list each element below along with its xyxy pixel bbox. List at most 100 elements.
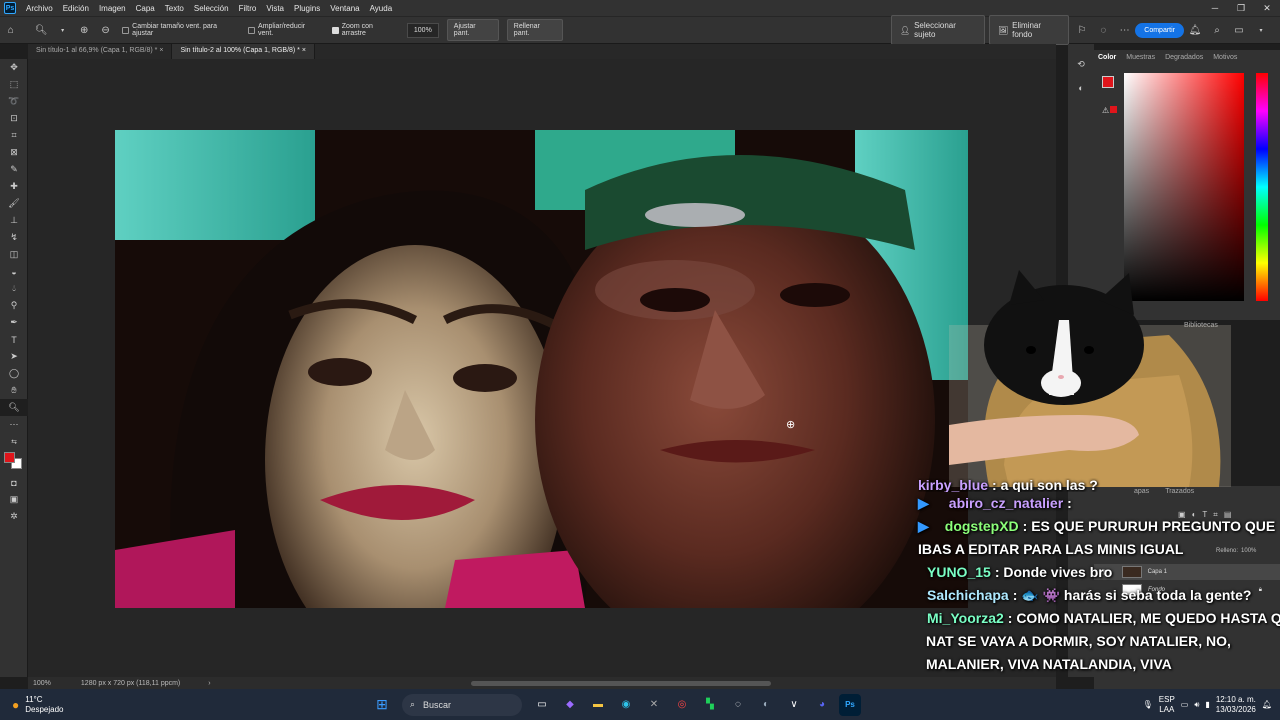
gamut-swatch[interactable]	[1110, 106, 1117, 113]
file-explorer-icon[interactable]: ▬	[587, 694, 609, 716]
excel-icon[interactable]: ✕	[643, 694, 665, 716]
tab-swatches[interactable]: Muestras	[1126, 54, 1155, 61]
quick-mask-icon[interactable]: ◘	[0, 474, 28, 491]
clock[interactable]: 12:10 a. m. 13/03/2026	[1216, 695, 1256, 715]
steam-icon[interactable]: ◐	[755, 694, 777, 716]
language-indicator[interactable]: ESP LAA	[1159, 695, 1175, 715]
menu-capa[interactable]: Capa	[131, 4, 160, 13]
copilot-icon[interactable]: ◆	[559, 694, 581, 716]
menu-filtro[interactable]: Filtro	[234, 4, 262, 13]
adjustments-icon[interactable]: ◐	[1068, 79, 1094, 96]
edge-icon[interactable]: ◉	[615, 694, 637, 716]
stamp-tool-icon[interactable]: ⊥	[0, 212, 28, 229]
menu-edicion[interactable]: Edición	[58, 4, 94, 13]
zoom-tool-icon[interactable]: 🔍︎	[33, 22, 48, 38]
tab-color[interactable]: Color	[1098, 54, 1116, 61]
minimize-icon[interactable]: ─	[1202, 3, 1228, 14]
blur-tool-icon[interactable]: 💧︎	[0, 280, 28, 297]
color-swatches[interactable]	[0, 450, 27, 474]
battery-icon[interactable]: ▮	[1205, 700, 1209, 709]
notification-bell-icon[interactable]: 🔔︎	[1262, 700, 1272, 709]
share-button[interactable]: Compartir	[1135, 22, 1185, 38]
path-select-tool-icon[interactable]: ➤	[0, 348, 28, 365]
resize-windows-checkbox[interactable]: Cambiar tamaño vent. para ajustar	[122, 23, 236, 37]
move-tool-icon[interactable]: ✥	[0, 59, 28, 76]
selection-ring-icon[interactable]: ◌	[1096, 22, 1111, 38]
menu-vista[interactable]: Vista	[261, 4, 289, 13]
chrome-icon[interactable]: ◎	[671, 694, 693, 716]
app-v-icon[interactable]: ∨	[783, 694, 805, 716]
fill-screen-button[interactable]: Rellenar pant.	[506, 19, 563, 41]
close-icon[interactable]: ×	[302, 47, 306, 54]
brush-tool-icon[interactable]: 🖌︎	[0, 195, 28, 212]
history-icon[interactable]: ⟲	[1068, 56, 1094, 73]
monitor-icon[interactable]: ▭	[1181, 700, 1189, 709]
lasso-tool-icon[interactable]: ➰	[0, 93, 28, 110]
zoom-in-icon[interactable]: ⊕	[76, 22, 91, 38]
menu-imagen[interactable]: Imagen	[94, 4, 131, 13]
status-zoom[interactable]: 100%	[33, 680, 51, 687]
menu-texto[interactable]: Texto	[160, 4, 189, 13]
taskbar-search[interactable]: ⌕ Buscar	[402, 693, 522, 716]
fit-screen-button[interactable]: Ajustar pant.	[446, 19, 499, 41]
pen-tool-icon[interactable]: ✒	[0, 314, 28, 331]
microphone-icon[interactable]: 🎙︎	[1143, 700, 1153, 709]
discord-icon[interactable]: ◕	[811, 694, 833, 716]
more-tools-icon[interactable]: ⋯	[0, 416, 28, 433]
close-icon[interactable]: ✕	[1254, 3, 1280, 14]
menu-ayuda[interactable]: Ayuda	[365, 4, 398, 13]
horizontal-scrollbar[interactable]	[470, 680, 771, 686]
chevron-down-icon[interactable]: ▾	[1253, 22, 1269, 38]
healing-tool-icon[interactable]: ✚	[0, 178, 28, 195]
app-green-icon[interactable]: ▚	[699, 694, 721, 716]
flag-icon[interactable]: ⚐	[1074, 22, 1089, 38]
task-view-icon[interactable]: ▭	[531, 694, 553, 716]
restore-icon[interactable]: ❐	[1228, 3, 1254, 14]
app-circle-icon[interactable]: ◌	[727, 694, 749, 716]
extras-icon[interactable]: ✲	[0, 508, 28, 525]
volume-icon[interactable]: 🔊︎	[1194, 700, 1199, 710]
marquee-tool-icon[interactable]: ⬚	[0, 76, 28, 93]
home-icon[interactable]: ⌂	[3, 22, 18, 38]
weather-widget[interactable]: ● 11°C Despejado	[12, 695, 132, 715]
chevron-right-icon[interactable]: ›	[208, 680, 210, 687]
bucket-tool-icon[interactable]: ◒	[0, 263, 28, 280]
zoom-all-checkbox[interactable]: Ampliar/reducir vent.	[248, 23, 320, 37]
zoom-out-icon[interactable]: ⊖	[98, 22, 113, 38]
menu-archivo[interactable]: Archivo	[21, 4, 58, 13]
zoom-tool-icon[interactable]: 🔍︎	[0, 399, 28, 416]
foreground-color-swatch[interactable]	[4, 452, 15, 463]
photoshop-taskbar-icon[interactable]: Ps	[839, 693, 861, 716]
chevron-down-icon[interactable]: ▾	[55, 22, 70, 38]
dodge-tool-icon[interactable]: ⚲	[0, 297, 28, 314]
close-icon[interactable]: ×	[159, 47, 163, 54]
menu-ventana[interactable]: Ventana	[325, 4, 364, 13]
panel-foreground-swatch[interactable]	[1102, 76, 1114, 88]
zoom-value-field[interactable]: 100%	[406, 22, 439, 38]
workspace-icon[interactable]: ▭	[1231, 22, 1247, 38]
select-subject-button[interactable]: 👤︎ Seleccionar sujeto	[890, 15, 985, 45]
hue-slider[interactable]	[1256, 73, 1268, 301]
object-select-tool-icon[interactable]: ⊡	[0, 110, 28, 127]
remove-background-button[interactable]: 🖼︎ Eliminar fondo	[988, 15, 1070, 45]
crop-tool-icon[interactable]: ⌗	[0, 127, 28, 144]
swap-colors-icon[interactable]: ⇆	[0, 433, 28, 450]
eraser-tool-icon[interactable]: ◫	[0, 246, 28, 263]
eyedropper-tool-icon[interactable]: ✎	[0, 161, 28, 178]
ellipse-tool-icon[interactable]: ◯	[0, 365, 28, 382]
screen-mode-icon[interactable]: ▣	[0, 491, 28, 508]
scrubby-zoom-checkbox[interactable]: Zoom con arrastre	[331, 23, 397, 37]
menu-seleccion[interactable]: Selección	[189, 4, 234, 13]
bell-icon[interactable]: 🔔︎	[1187, 22, 1203, 38]
windows-start-icon[interactable]: ⊞	[371, 694, 393, 716]
frame-tool-icon[interactable]: ⊠	[0, 144, 28, 161]
tab-gradients[interactable]: Degradados	[1165, 54, 1203, 61]
more-icon[interactable]: ⋯	[1117, 22, 1132, 38]
search-icon[interactable]: ⌕	[1209, 22, 1225, 38]
tab-document-1[interactable]: Sin título-1 al 66,9% (Capa 1, RGB/8) * …	[28, 44, 173, 59]
hand-tool-icon[interactable]: ✋︎	[0, 382, 28, 399]
tab-document-2[interactable]: Sin título-2 al 100% (Capa 1, RGB/8) * ×	[172, 44, 315, 59]
menu-plugins[interactable]: Plugins	[289, 4, 325, 13]
tab-patterns[interactable]: Motivos	[1213, 54, 1237, 61]
document-canvas-image[interactable]	[115, 130, 968, 608]
